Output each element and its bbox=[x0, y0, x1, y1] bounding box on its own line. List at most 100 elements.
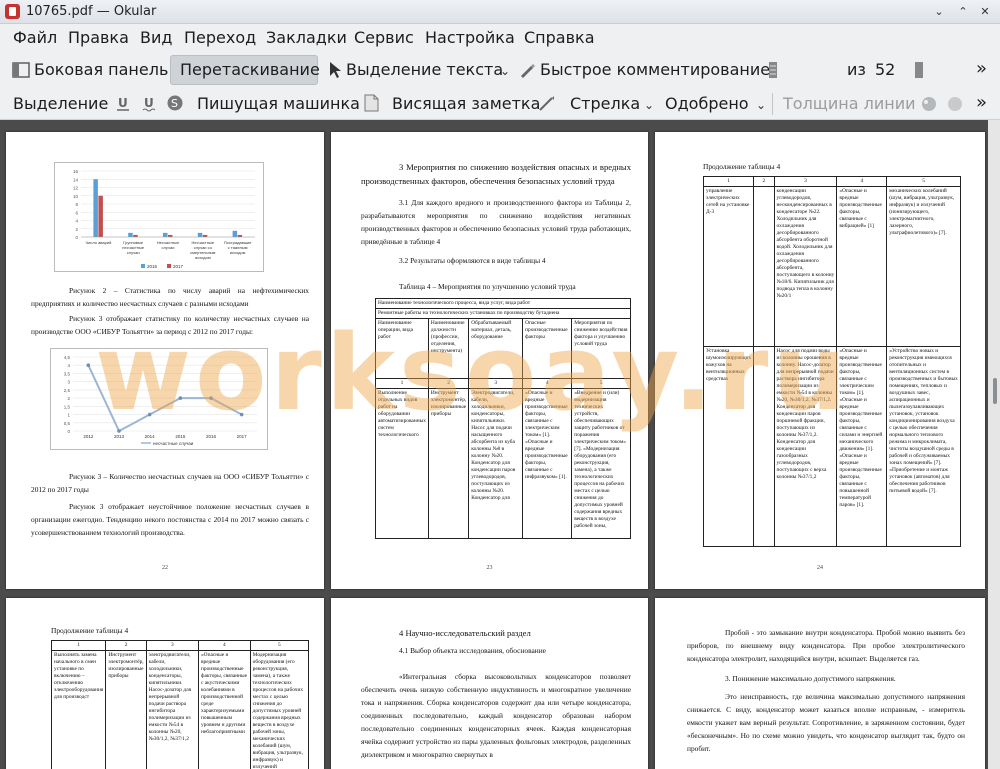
legend-swatch bbox=[141, 264, 145, 268]
data-point bbox=[147, 412, 152, 417]
document-viewer[interactable]: 16 14 12 10 8 6 4 2 0 Число аварий Групповые несчас… bbox=[0, 120, 1000, 769]
table-col-number: 2 bbox=[427, 378, 470, 389]
table-cell: «Устройство новых и реконструкция имеющи… bbox=[886, 346, 961, 547]
data-point bbox=[117, 429, 121, 433]
more-actions-button[interactable]: » bbox=[976, 58, 987, 79]
page-number: 23 bbox=[486, 565, 493, 571]
pdf-page-26: 4 Научно-исследовательский раздел 4.1 Вы… bbox=[331, 598, 648, 769]
toolbar-separator bbox=[772, 93, 773, 115]
y-tick-label: 6 bbox=[75, 210, 78, 215]
menu-edit[interactable]: Правка bbox=[68, 28, 129, 47]
y-tick-label: 16 bbox=[73, 169, 79, 174]
bar bbox=[163, 232, 168, 237]
bar bbox=[128, 232, 133, 237]
research-paragraph: «Интегральная сборка высоковольтных конд… bbox=[361, 672, 631, 759]
x-tick-label: 2012 bbox=[83, 434, 94, 439]
legend-label: 2016 bbox=[147, 264, 158, 269]
table-header: Опасные производственные факторы bbox=[522, 318, 573, 379]
x-tick-label: случаи bbox=[127, 250, 140, 255]
table-cell: «Опасные и вредные производственные факт… bbox=[197, 650, 251, 769]
x-tick-label: случаи bbox=[162, 245, 175, 250]
y-tick-label: 0,5 bbox=[64, 421, 71, 426]
scrollbar-thumb[interactable] bbox=[993, 378, 997, 404]
table-col-number: 5 bbox=[886, 176, 961, 187]
sidebar-icon bbox=[12, 61, 30, 83]
x-tick-label: 2014 bbox=[145, 434, 156, 439]
y-tick-label: 12 bbox=[73, 186, 79, 191]
chevron-down-icon[interactable]: ⌄ bbox=[500, 64, 510, 78]
more-annotation-button[interactable]: » bbox=[976, 92, 987, 113]
title-bar: 10765.pdf — Okular ⌄ ⌃ ✕ bbox=[0, 0, 1000, 24]
table-col-number: 4 bbox=[197, 640, 251, 651]
underline-icon[interactable]: U bbox=[116, 95, 130, 117]
data-point bbox=[239, 412, 244, 417]
menu-help[interactable]: Справка bbox=[524, 28, 595, 47]
annotation-toolbar: Выделение U U S Пишущая машинка Висящая … bbox=[0, 88, 1000, 120]
opacity-icon[interactable] bbox=[946, 95, 964, 117]
table-cell: механических колебаний (шум, вибрация, у… bbox=[886, 186, 961, 347]
sidebar-button[interactable]: Боковая панель bbox=[34, 60, 168, 79]
x-tick-label: исходом bbox=[195, 255, 211, 260]
bar bbox=[133, 234, 138, 237]
arrow-pen-icon bbox=[538, 94, 556, 116]
close-button[interactable]: ✕ bbox=[977, 4, 993, 20]
pdf-page-27: Пробой - это замыкание внутри конденсато… bbox=[655, 598, 985, 769]
quick-comment-button[interactable]: Быстрое комментирование bbox=[540, 60, 770, 79]
y-tick-label: 4 bbox=[67, 363, 70, 368]
y-tick-label: 3 bbox=[67, 380, 70, 385]
typewriter-tool[interactable]: Пишущая машинка bbox=[197, 94, 360, 113]
pdf-page-25: Продолжение таблицы 4 1 2 3 4 5 Выполнят… bbox=[6, 598, 324, 769]
table-header: Наименование операции, вида работ bbox=[375, 318, 429, 379]
table-continuation-label: Продолжение таблицы 4 bbox=[51, 626, 129, 635]
table-cell: электродвигатели, кабели, холодильники, … bbox=[145, 650, 199, 769]
data-point bbox=[86, 363, 91, 368]
y-tick-label: 4,5 bbox=[64, 355, 71, 360]
paragraph-3-2: 3.2 Результаты оформляются в виде таблиц… bbox=[399, 256, 546, 265]
table-cell: Инструмент электромонтёр, изолированные … bbox=[105, 650, 147, 769]
highlight-tool[interactable]: Выделение bbox=[13, 94, 108, 113]
color-icon[interactable] bbox=[920, 95, 938, 117]
table-cell: «Опасные и вредные производственные факт… bbox=[836, 186, 888, 347]
table-continuation-label: Продолжение таблицы 4 bbox=[703, 162, 781, 171]
main-toolbar: Боковая панель Перетаскивание Выделение … bbox=[0, 52, 1000, 135]
table-col-number: 5 bbox=[571, 378, 631, 389]
y-tick-label: 3,5 bbox=[64, 371, 71, 376]
pop-up-note-tool[interactable]: Висящая заметка bbox=[392, 94, 540, 113]
stamp-tool[interactable]: Одобрено bbox=[665, 94, 749, 113]
squiggly-icon[interactable]: U bbox=[142, 95, 156, 117]
x-tick-label: 2013 bbox=[114, 434, 125, 439]
table-cell: «Внедрение и (или) модернизация техничес… bbox=[571, 388, 631, 539]
bar bbox=[168, 234, 173, 237]
bar bbox=[98, 195, 103, 237]
section-3-heading: 3 Мероприятия по снижению воздействия оп… bbox=[361, 162, 631, 186]
chevron-down-icon[interactable]: ⌄ bbox=[644, 98, 654, 112]
strikeout-icon[interactable]: S bbox=[166, 94, 184, 116]
menu-view[interactable]: Вид bbox=[140, 28, 172, 47]
menu-bookmarks[interactable]: Закладки bbox=[266, 28, 347, 47]
text-select-button[interactable]: Выделение текста bbox=[346, 60, 503, 79]
y-tick-label: 2,5 bbox=[64, 388, 71, 393]
table-col-number: 1 bbox=[50, 640, 107, 651]
table-cell: Насос для подачи воды из колонны орошени… bbox=[773, 346, 838, 547]
figure-3-caption: Рисунок 3 – Количество несчастных случае… bbox=[31, 472, 309, 494]
quick-comment-icon bbox=[518, 61, 536, 83]
y-tick-label: 1,5 bbox=[64, 404, 71, 409]
menu-go[interactable]: Переход bbox=[184, 28, 256, 47]
table-4-continued: 1 2 3 4 5 управление электрических сетей… bbox=[702, 176, 961, 547]
menu-file[interactable]: Файл bbox=[13, 28, 57, 47]
maximize-button[interactable]: ⌃ bbox=[955, 4, 971, 20]
paragraph-3-1: 3.1 Для каждого вредного и производствен… bbox=[361, 198, 631, 246]
chevron-down-icon[interactable]: ⌄ bbox=[756, 98, 766, 112]
menu-tools[interactable]: Сервис bbox=[354, 28, 414, 47]
vertical-scrollbar[interactable] bbox=[988, 120, 1000, 769]
arrow-tool[interactable]: Стрелка bbox=[570, 94, 640, 113]
line-width-control[interactable]: Толщина линии bbox=[783, 94, 916, 113]
table-col-number: 4 bbox=[522, 378, 573, 389]
table-col-number: 2 bbox=[753, 176, 775, 187]
figure-3-text: Рисунок 3 отображает неустойчивое положе… bbox=[31, 502, 309, 537]
bar bbox=[202, 234, 208, 237]
menu-settings[interactable]: Настройка bbox=[425, 28, 515, 47]
minimize-button[interactable]: ⌄ bbox=[931, 4, 947, 20]
x-tick-label: исходом bbox=[230, 250, 246, 255]
x-tick-label: 2016 bbox=[206, 434, 217, 439]
